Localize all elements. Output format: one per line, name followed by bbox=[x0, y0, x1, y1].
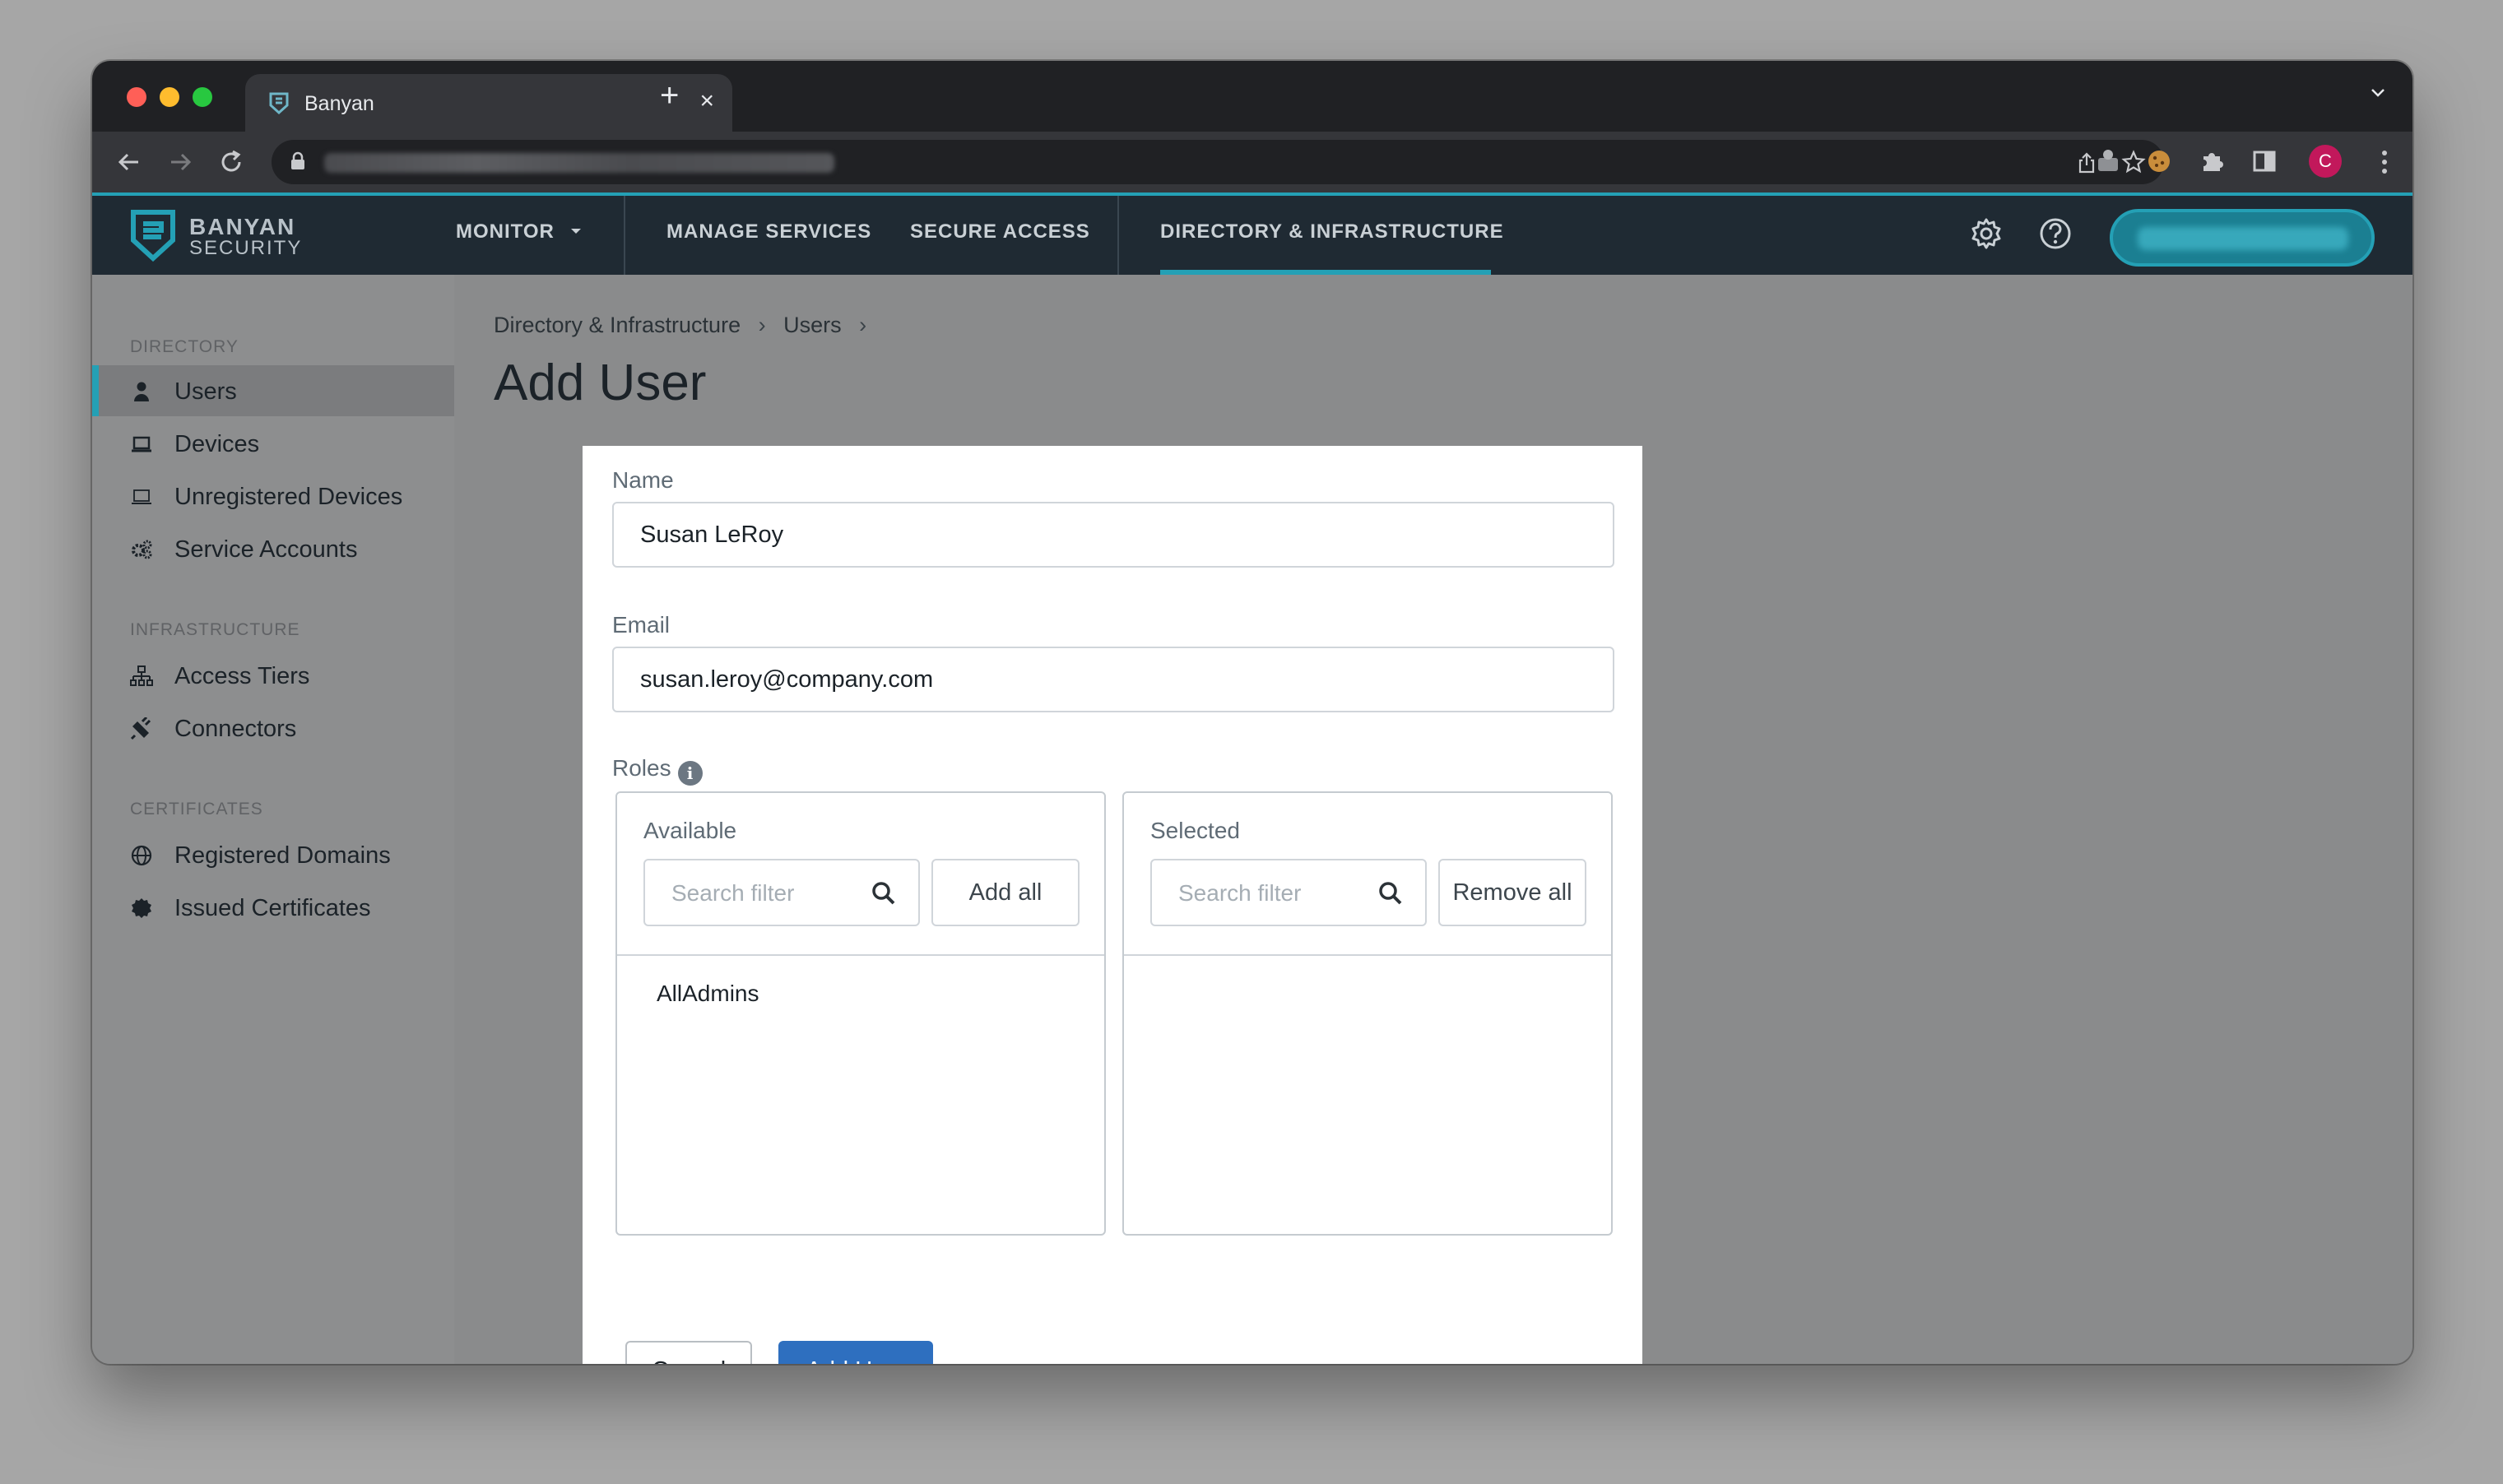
cookie-extension-icon[interactable] bbox=[2144, 146, 2174, 176]
sidebar-section-infrastructure: INFRASTRUCTURE bbox=[130, 620, 300, 639]
browser-tab-bar: Banyan × + bbox=[92, 61, 2412, 132]
minimize-window-button[interactable] bbox=[160, 87, 179, 107]
globe-icon bbox=[131, 845, 152, 866]
tab-close-icon[interactable]: × bbox=[699, 87, 714, 115]
side-panel-icon[interactable] bbox=[2250, 146, 2279, 176]
extension-a-icon[interactable] bbox=[2093, 146, 2123, 176]
certificate-badge-icon bbox=[132, 898, 151, 918]
chevron-right-icon: › bbox=[758, 313, 766, 337]
sidebar: DIRECTORY Users Devices Unregistered Dev… bbox=[92, 275, 454, 1364]
plug-icon bbox=[130, 717, 151, 740]
sidebar-item-service-accounts[interactable]: Service Accounts bbox=[92, 523, 454, 574]
nav-divider bbox=[1117, 196, 1119, 275]
browser-menu-icon[interactable] bbox=[2378, 148, 2391, 176]
caret-down-icon bbox=[570, 229, 581, 234]
divider bbox=[1124, 954, 1611, 956]
new-tab-button[interactable]: + bbox=[660, 79, 679, 112]
add-user-button[interactable]: Add User bbox=[778, 1341, 933, 1364]
sidebar-item-label: Registered Domains bbox=[174, 842, 391, 869]
browser-window: Banyan × + C BANYAN SECURITY MONITOR MAN… bbox=[92, 61, 2412, 1364]
search-icon bbox=[1379, 882, 1402, 905]
sidebar-item-unregistered-devices[interactable]: Unregistered Devices bbox=[92, 471, 454, 522]
tab-title: Banyan bbox=[304, 92, 374, 115]
selected-search-input[interactable]: Search filter bbox=[1150, 859, 1427, 926]
nav-manage-services[interactable]: MANAGE SERVICES bbox=[666, 220, 871, 243]
search-icon bbox=[872, 882, 895, 905]
search-placeholder: Search filter bbox=[1178, 880, 1302, 906]
blurred-username bbox=[2138, 227, 2348, 250]
nav-monitor-label: MONITOR bbox=[456, 220, 555, 243]
email-label: Email bbox=[612, 612, 671, 638]
profile-avatar[interactable]: C bbox=[2309, 145, 2342, 178]
email-field[interactable]: susan.leroy@company.com bbox=[612, 647, 1614, 712]
breadcrumb: Directory & Infrastructure › Users › bbox=[494, 313, 878, 338]
breadcrumb-users[interactable]: Users bbox=[783, 313, 842, 337]
sidebar-section-directory: DIRECTORY bbox=[130, 337, 239, 356]
sidebar-item-label: Access Tiers bbox=[174, 663, 310, 689]
banyan-shield-icon bbox=[131, 210, 175, 262]
browser-toolbar: C bbox=[92, 132, 2412, 192]
sidebar-item-connectors[interactable]: Connectors bbox=[92, 703, 454, 754]
laptop-outline-icon bbox=[132, 489, 151, 504]
sidebar-item-label: Connectors bbox=[174, 716, 297, 742]
blurred-url bbox=[324, 153, 834, 173]
roles-label-text: Roles bbox=[612, 755, 671, 781]
settings-gear-icon[interactable] bbox=[1968, 216, 2004, 252]
user-icon bbox=[134, 382, 149, 401]
sidebar-item-label: Devices bbox=[174, 431, 260, 457]
add-user-form-panel: Name Susan LeRoy Email susan.leroy@compa… bbox=[583, 446, 1642, 1364]
banyan-logo[interactable]: BANYAN SECURITY bbox=[128, 209, 441, 262]
address-bar[interactable] bbox=[272, 140, 2164, 184]
sidebar-item-access-tiers[interactable]: Access Tiers bbox=[92, 650, 454, 701]
name-field[interactable]: Susan LeRoy bbox=[612, 502, 1614, 568]
sidebar-item-label: Unregistered Devices bbox=[174, 484, 403, 510]
sidebar-item-issued-certificates[interactable]: Issued Certificates bbox=[92, 882, 454, 933]
name-label: Name bbox=[612, 467, 674, 493]
reload-icon[interactable] bbox=[216, 146, 247, 178]
cogs-icon bbox=[132, 540, 152, 559]
divider bbox=[617, 954, 1104, 956]
sidebar-item-users[interactable]: Users bbox=[92, 365, 454, 416]
sidebar-item-label: Service Accounts bbox=[174, 536, 358, 563]
forward-arrow-icon[interactable] bbox=[165, 146, 196, 178]
user-menu-button[interactable] bbox=[2110, 209, 2375, 267]
back-arrow-icon[interactable] bbox=[114, 146, 145, 178]
nav-directory-infrastructure[interactable]: DIRECTORY & INFRASTRUCTURE bbox=[1160, 220, 1504, 243]
sidebar-item-devices[interactable]: Devices bbox=[92, 418, 454, 469]
sitemap-icon bbox=[130, 665, 153, 686]
available-title: Available bbox=[643, 818, 737, 843]
page-title: Add User bbox=[494, 355, 707, 411]
maximize-window-button[interactable] bbox=[193, 87, 212, 107]
banyan-favicon-icon bbox=[269, 92, 289, 115]
sidebar-section-certificates: CERTIFICATES bbox=[130, 800, 263, 819]
help-question-icon[interactable] bbox=[2037, 216, 2073, 252]
extensions-puzzle-icon[interactable] bbox=[2197, 146, 2227, 176]
bookmark-star-icon[interactable] bbox=[2121, 150, 2146, 174]
breadcrumb-directory-infrastructure[interactable]: Directory & Infrastructure bbox=[494, 313, 741, 337]
remove-all-button[interactable]: Remove all bbox=[1438, 859, 1586, 926]
laptop-icon bbox=[132, 436, 151, 452]
available-roles-box: Available Search filter Add all AllAdmin… bbox=[615, 791, 1106, 1236]
selected-roles-box: Selected Search filter Remove all bbox=[1122, 791, 1613, 1236]
sidebar-item-registered-domains[interactable]: Registered Domains bbox=[92, 829, 454, 880]
available-search-input[interactable]: Search filter bbox=[643, 859, 920, 926]
tab-search-chevron-icon[interactable] bbox=[2368, 82, 2388, 102]
list-item[interactable]: AllAdmins bbox=[657, 981, 759, 1007]
nav-secure-access[interactable]: SECURE ACCESS bbox=[910, 220, 1090, 243]
info-icon[interactable]: i bbox=[677, 761, 703, 786]
close-window-button[interactable] bbox=[127, 87, 146, 107]
sidebar-item-label: Issued Certificates bbox=[174, 895, 371, 921]
chevron-right-icon: › bbox=[859, 313, 867, 337]
logo-text-security: SECURITY bbox=[189, 237, 303, 259]
search-placeholder: Search filter bbox=[671, 880, 795, 906]
roles-label: Roles i bbox=[612, 755, 703, 786]
nav-monitor[interactable]: MONITOR bbox=[456, 220, 583, 243]
app-header: BANYAN SECURITY MONITOR MANAGE SERVICES … bbox=[92, 192, 2412, 275]
nav-divider bbox=[624, 196, 625, 275]
add-all-button[interactable]: Add all bbox=[931, 859, 1080, 926]
cancel-button[interactable]: Cancel bbox=[625, 1341, 752, 1364]
sidebar-item-label: Users bbox=[174, 378, 237, 405]
selected-title: Selected bbox=[1150, 818, 1240, 843]
lock-icon bbox=[291, 151, 304, 169]
